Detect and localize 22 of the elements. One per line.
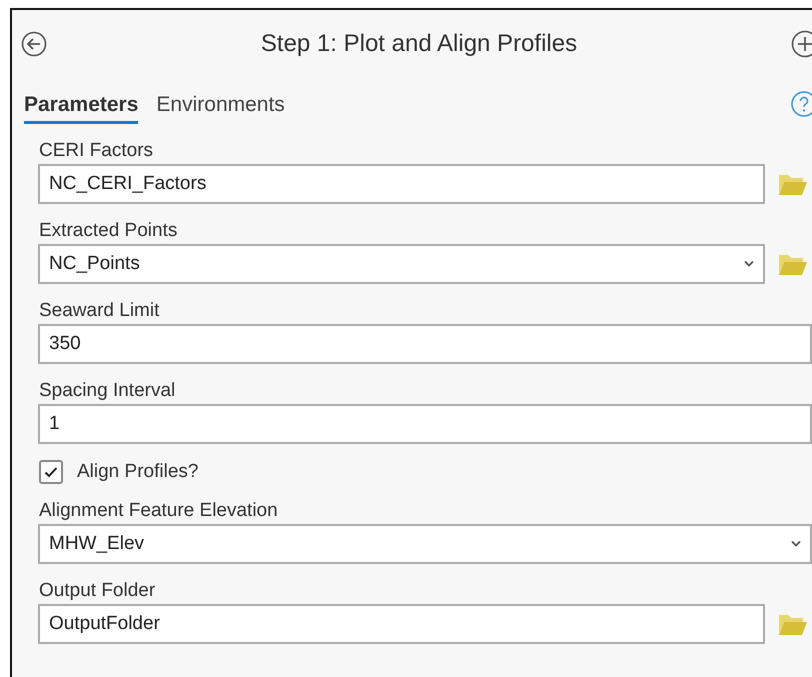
field-label: Extracted Points [38,219,178,243]
input-field[interactable]: OutputFolder [38,604,765,644]
window-title: Step 1: Plot and Align Profiles [260,30,578,58]
checkbox[interactable] [39,460,63,484]
tab[interactable]: Parameters [24,84,138,124]
input-field[interactable]: 350 [38,324,812,364]
field-label: Output Folder [38,579,156,603]
input-field[interactable]: 1 [38,404,812,444]
dropdown[interactable]: MHW_Elev [38,524,812,564]
input-field[interactable]: NC_CERI_Factors [38,164,765,204]
tab[interactable]: Environments [156,84,285,124]
field-label: Seaward Limit [38,299,160,323]
field-label: Alignment Feature Elevation [38,499,279,523]
back-icon[interactable] [21,31,47,57]
add-icon[interactable] [791,30,812,58]
chevron-icon [743,260,755,268]
checkbox-label: Align Profiles? [77,461,198,483]
field-label: CERI Factors [38,139,154,163]
chevron-icon [790,540,802,548]
help-icon[interactable] [790,90,812,118]
dropdown[interactable]: NC_Points [38,244,765,284]
field-label: Spacing Interval [38,379,176,403]
